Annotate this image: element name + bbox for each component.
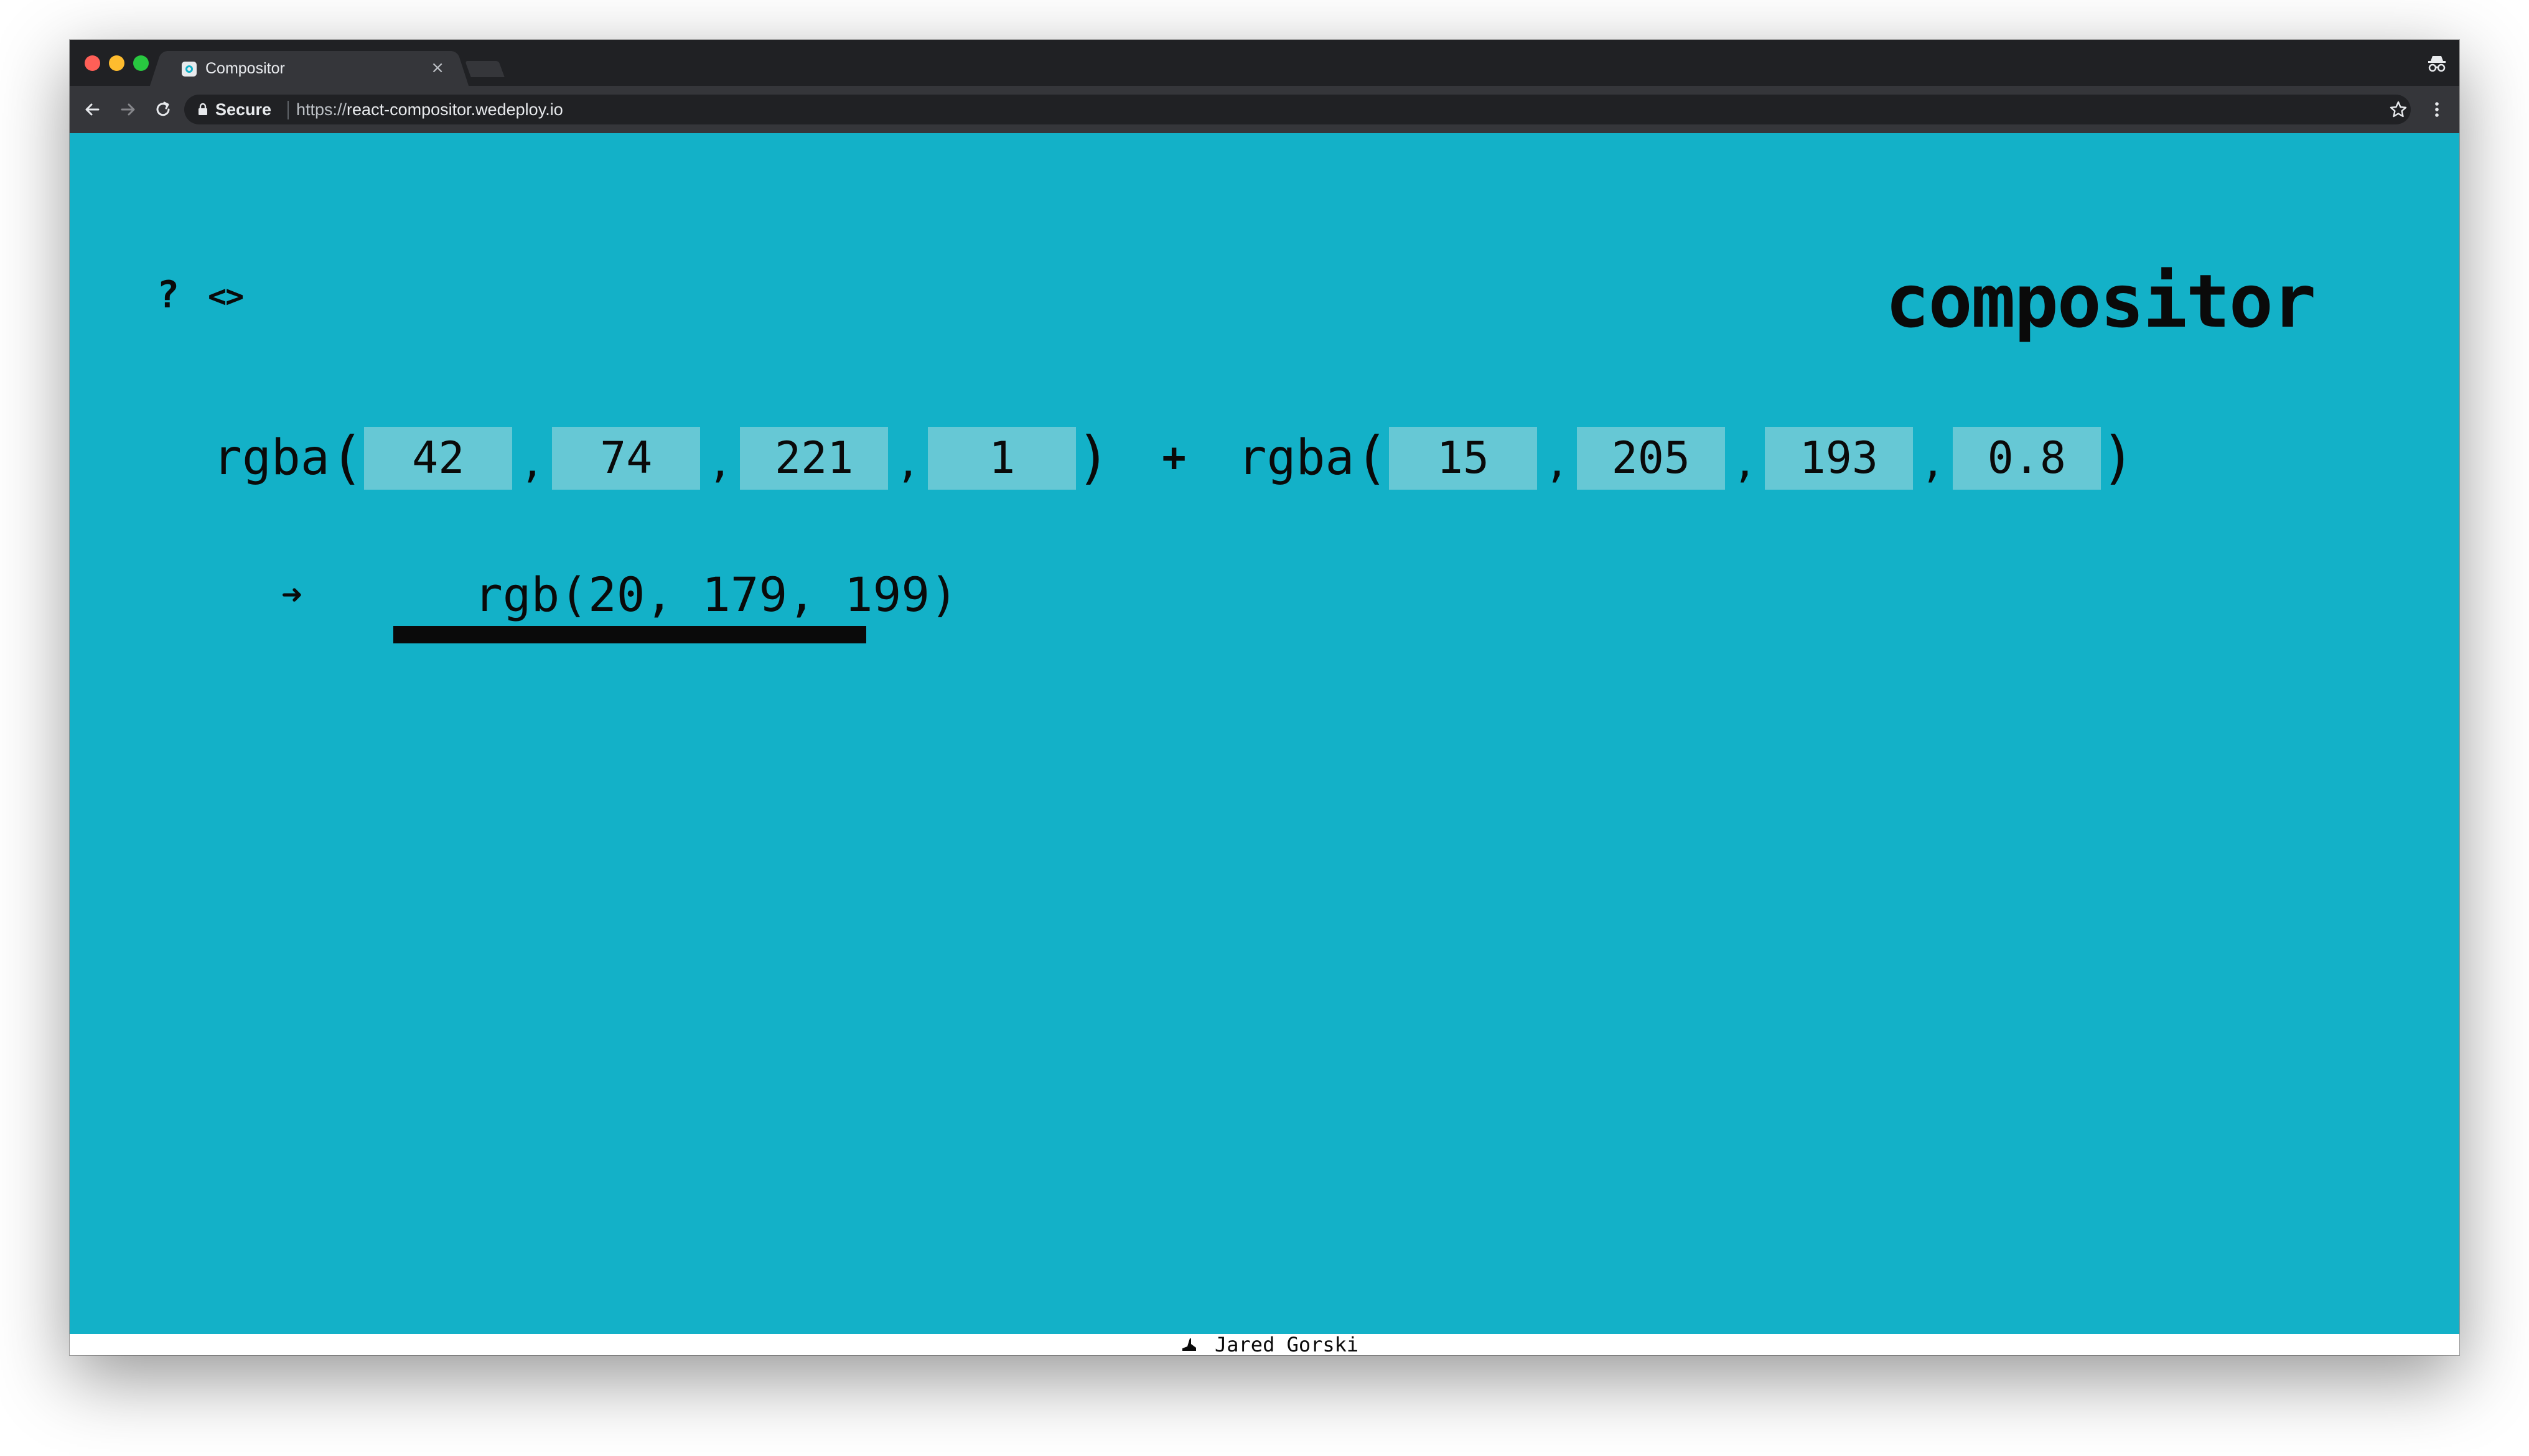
- separator: ,: [1544, 439, 1569, 487]
- forward-arrow-icon[interactable]: [116, 97, 141, 122]
- color-a-blue-input[interactable]: [740, 426, 889, 490]
- source-code-button[interactable]: <>: [208, 278, 244, 315]
- minimize-window-button[interactable]: [109, 55, 124, 71]
- color-a-green-input[interactable]: [552, 426, 701, 490]
- result-value[interactable]: rgb(20, 179, 199): [474, 562, 958, 627]
- color-b-red-input[interactable]: [1388, 426, 1537, 490]
- formula-row: rgba ( , , , ) + rgba ( , , , ): [213, 426, 2135, 490]
- url-host: react-compositor.wedeploy.io: [347, 100, 563, 119]
- page-title: compositor: [1885, 258, 2316, 344]
- incognito-icon[interactable]: [2424, 51, 2449, 76]
- url-text[interactable]: https://react-compositor.wedeploy.io: [296, 100, 563, 119]
- fn-name-a: rgba: [213, 430, 330, 486]
- color-b-blue-input[interactable]: [1764, 426, 1913, 490]
- url-divider: [287, 101, 289, 119]
- footer: Jared Gorski: [70, 1334, 2459, 1355]
- shoe-icon: [1182, 1338, 1196, 1351]
- back-arrow-icon[interactable]: [80, 97, 105, 122]
- close-paren-a: ): [1076, 424, 1111, 491]
- open-paren-a: (: [329, 424, 365, 491]
- separator: ,: [520, 439, 545, 487]
- tab-close-icon[interactable]: ×: [431, 58, 444, 77]
- address-bar[interactable]: Secure https://react-compositor.wedeploy…: [184, 95, 2411, 124]
- tab-strip: Compositor ×: [70, 40, 2459, 86]
- secure-label: Secure: [215, 100, 272, 119]
- separator: ,: [1920, 439, 1945, 487]
- page-content: ? <> compositor rgba ( , , , ) + rgba ( …: [70, 133, 2459, 1334]
- tab-title: Compositor: [205, 60, 285, 77]
- footer-credit: Jared Gorski: [1181, 1334, 1358, 1355]
- reload-icon[interactable]: [151, 97, 175, 122]
- help-button[interactable]: ?: [157, 276, 179, 314]
- color-a-red-input[interactable]: [364, 426, 513, 490]
- color-a-alpha-input[interactable]: [928, 426, 1077, 490]
- author-name[interactable]: Jared Gorski: [1215, 1334, 1358, 1355]
- result-underline: [393, 626, 866, 643]
- lock-icon: [199, 103, 207, 115]
- browser-toolbar: Secure https://react-compositor.wedeploy…: [70, 86, 2459, 133]
- arrow-right-icon: ➜: [281, 575, 302, 615]
- color-b-alpha-input[interactable]: [1952, 426, 2101, 490]
- kebab-menu-icon[interactable]: [2424, 97, 2449, 122]
- url-scheme: https://: [296, 100, 347, 119]
- separator: ,: [1732, 439, 1757, 487]
- separator: ,: [895, 439, 921, 487]
- maximize-window-button[interactable]: [133, 55, 149, 71]
- fn-name-b: rgba: [1237, 430, 1355, 486]
- tab-compositor[interactable]: Compositor ×: [163, 51, 456, 86]
- browser-window: Compositor × Secure https://react-compos…: [70, 40, 2459, 1355]
- star-icon[interactable]: [2386, 97, 2411, 122]
- open-paren-b: (: [1354, 424, 1389, 491]
- plus-operator: +: [1162, 435, 1186, 481]
- separator: ,: [708, 439, 733, 487]
- color-b-green-input[interactable]: [1576, 426, 1725, 490]
- close-paren-b: ): [2100, 424, 2136, 491]
- close-window-button[interactable]: [85, 55, 100, 71]
- new-tab-button[interactable]: [465, 61, 505, 77]
- compositor-favicon-icon: [182, 62, 197, 77]
